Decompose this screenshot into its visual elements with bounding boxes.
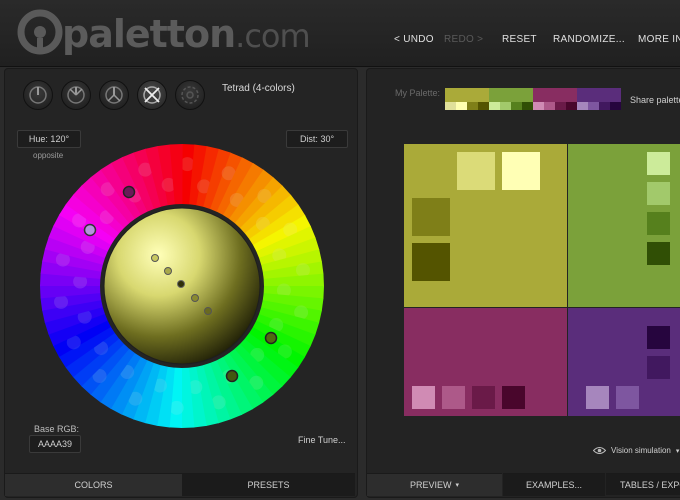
strip-secondary-base[interactable] — [489, 88, 533, 102]
strip-quaternary-shade[interactable] — [588, 102, 599, 110]
strip-secondary-shade[interactable] — [511, 102, 522, 110]
palette-strip[interactable] — [445, 88, 621, 110]
scheme-adjacent-button[interactable] — [61, 80, 91, 110]
shade-dot-4[interactable] — [191, 294, 199, 302]
mono-scheme-icon — [29, 86, 47, 104]
tertiary-dark-swatch[interactable] — [472, 386, 495, 409]
strip-tertiary-shade[interactable] — [555, 102, 566, 110]
handle-secondary[interactable] — [225, 369, 239, 383]
randomize-button[interactable]: RANDOMIZE... — [553, 34, 625, 45]
chevron-down-icon: ▾ — [675, 447, 680, 455]
free-style-icon — [181, 86, 199, 104]
color-wheel[interactable] — [38, 140, 326, 428]
logo-text: paletton.com — [62, 12, 311, 56]
strip-secondary-shade[interactable] — [489, 102, 500, 110]
tertiary-light-swatch[interactable] — [442, 386, 465, 409]
primary-dark-swatch[interactable] — [412, 198, 450, 236]
shade-dot-2[interactable] — [164, 267, 172, 275]
tab-tables-export[interactable]: TABLES / EXPORT — [606, 473, 680, 495]
secondary-dark-swatch[interactable] — [647, 212, 670, 235]
tertiary-lightest-swatch[interactable] — [412, 386, 435, 409]
tab-examples[interactable]: EXAMPLES... — [503, 473, 605, 496]
secondary-lightest-swatch[interactable] — [647, 152, 670, 175]
secondary-darkest-swatch[interactable] — [647, 242, 670, 265]
scheme-mono-button[interactable] — [23, 80, 53, 110]
vision-simulation-button[interactable]: Vision simulation ▾ — [593, 446, 679, 455]
shade-dot-5[interactable] — [204, 307, 212, 315]
strip-tertiary-shade[interactable] — [566, 102, 577, 110]
strip-primary-shade[interactable] — [467, 102, 478, 110]
quaternary-dark-swatch[interactable] — [647, 356, 670, 379]
share-palette-button[interactable]: Share palette — [630, 95, 680, 105]
strip-secondary-shade[interactable] — [500, 102, 511, 110]
strip-tertiary-base[interactable] — [533, 88, 577, 102]
reset-button[interactable]: RESET — [502, 34, 537, 45]
hue-tint-mark — [295, 263, 310, 278]
palette-preview — [404, 144, 680, 416]
shade-dot-1[interactable] — [151, 254, 159, 262]
triad-scheme-icon — [105, 86, 123, 104]
handle-primary[interactable] — [264, 331, 278, 345]
left-tabs: COLORS PRESETS — [5, 473, 355, 496]
strip-secondary-shade[interactable] — [522, 102, 533, 110]
color-wheel-svg[interactable] — [38, 140, 326, 428]
tab-preview[interactable]: PREVIEW ▾ — [367, 473, 502, 496]
shade-dot-3[interactable] — [177, 280, 185, 288]
strip-primary-shade[interactable] — [478, 102, 489, 110]
hue-tint-mark — [169, 400, 184, 415]
strip-primary-base[interactable] — [445, 88, 489, 102]
strip-quaternary-shade[interactable] — [610, 102, 621, 110]
strip-tertiary-shade[interactable] — [533, 102, 544, 110]
more-info-button[interactable]: MORE INFO — [638, 34, 680, 45]
handle-quaternary[interactable] — [83, 223, 97, 237]
primary-light-swatch[interactable] — [457, 152, 495, 190]
scheme-tetrad-button[interactable] — [137, 80, 167, 110]
handle-tertiary[interactable] — [122, 185, 136, 199]
scheme-triad-button[interactable] — [99, 80, 129, 110]
tetrad-scheme-icon — [143, 86, 161, 104]
fine-tune-button[interactable]: Fine Tune... — [298, 435, 346, 445]
strip-quaternary-base[interactable] — [577, 88, 621, 102]
app-header: paletton.com < UNDO REDO > RESET RANDOMI… — [0, 0, 680, 67]
tab-preview-label: PREVIEW — [409, 480, 452, 490]
base-rgb-label: Base RGB: — [34, 424, 80, 434]
scheme-name-label: Tetrad (4-colors) — [222, 83, 295, 94]
adjacent-scheme-icon — [67, 86, 85, 104]
secondary-light-swatch[interactable] — [647, 182, 670, 205]
strip-primary-shade[interactable] — [445, 102, 456, 110]
paletton-logo-icon — [17, 9, 63, 55]
undo-button[interactable]: < UNDO — [394, 34, 434, 45]
tab-colors[interactable]: COLORS — [5, 473, 182, 496]
palette-strip-svg — [445, 88, 621, 110]
my-palette-label: My Palette: — [395, 88, 441, 98]
chevron-down-icon: ▾ — [455, 482, 460, 489]
scheme-free-button[interactable] — [175, 80, 205, 110]
hue-tint-mark — [54, 294, 69, 309]
redo-button[interactable]: REDO > — [444, 34, 483, 45]
eye-icon — [593, 447, 606, 454]
vision-label: Vision simulation — [611, 446, 671, 455]
strip-tertiary-shade[interactable] — [544, 102, 555, 110]
primary-lightest-swatch[interactable] — [502, 152, 540, 190]
quaternary-darkest-swatch[interactable] — [647, 326, 670, 349]
strip-quaternary-shade[interactable] — [599, 102, 610, 110]
quaternary-lightest-swatch[interactable] — [586, 386, 609, 409]
tertiary-darkest-swatch[interactable] — [502, 386, 525, 409]
base-rgb-input[interactable]: AAAA39 — [29, 435, 81, 453]
primary-darkest-swatch[interactable] — [412, 243, 450, 281]
quaternary-light-swatch[interactable] — [616, 386, 639, 409]
tab-presets[interactable]: PRESETS — [182, 473, 355, 496]
strip-quaternary-shade[interactable] — [577, 102, 588, 110]
strip-primary-shade[interactable] — [456, 102, 467, 110]
